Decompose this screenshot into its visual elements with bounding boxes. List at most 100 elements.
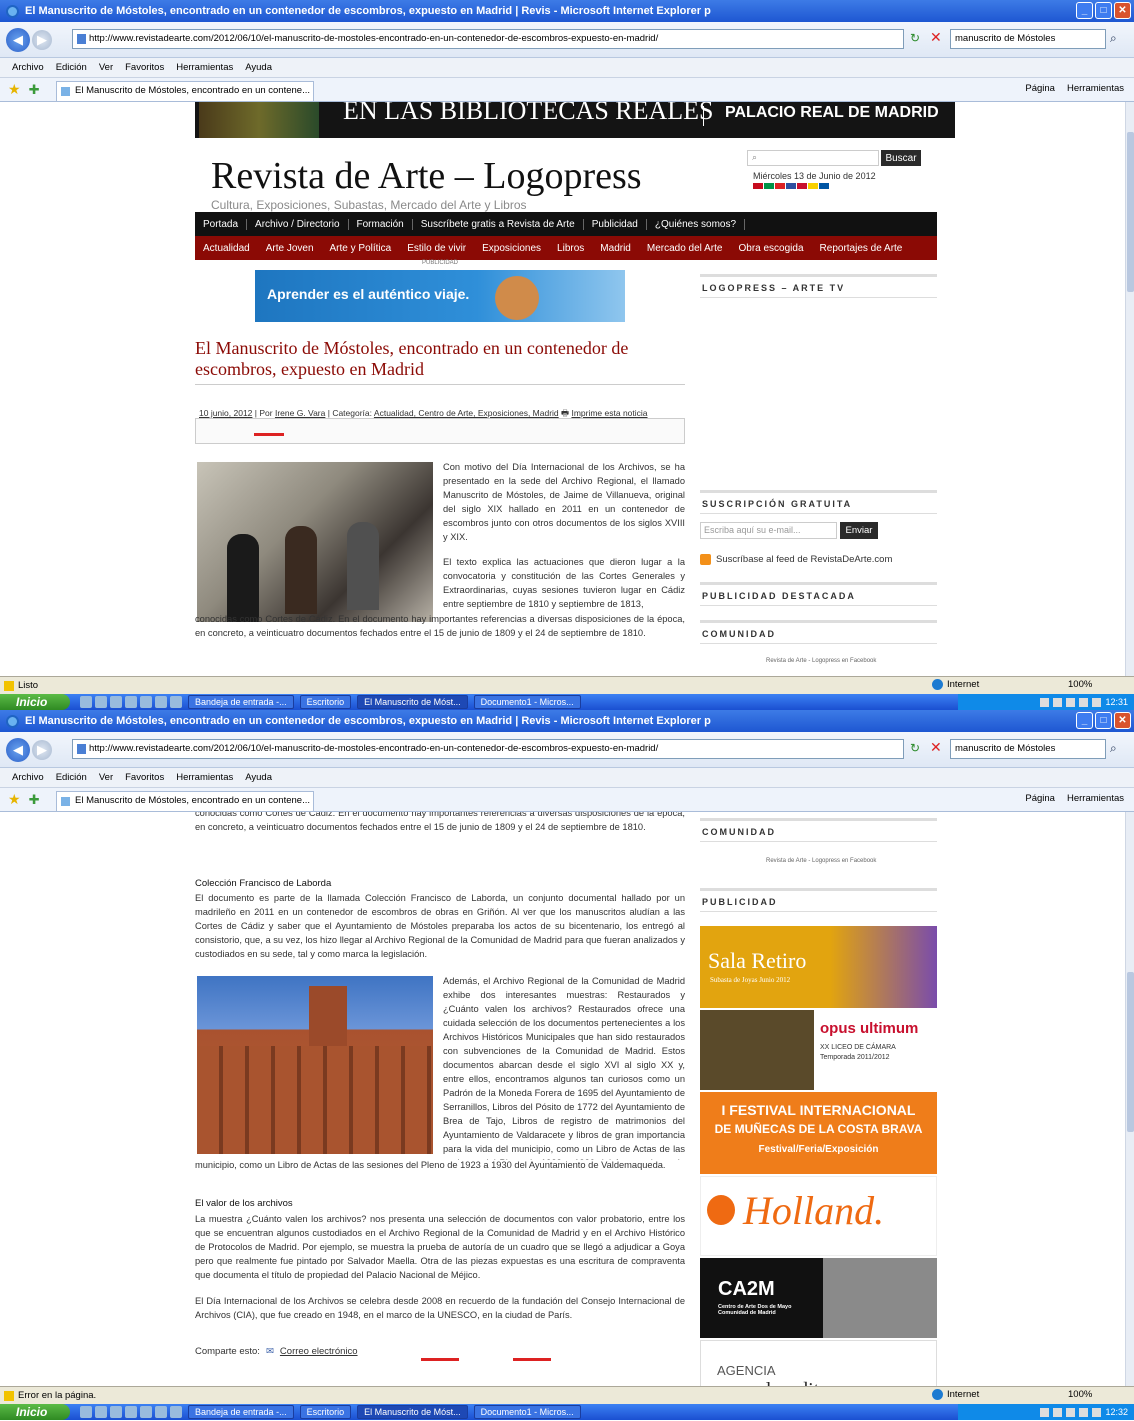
menu-favoritos[interactable]: Favoritos [125,772,164,783]
search-icon[interactable]: ⌕ [1110,31,1117,46]
start-button[interactable]: Inicio [0,694,70,710]
top-banner-ad[interactable]: EN LAS BIBLIOTECAS REALES PALACIO REAL D… [195,102,955,138]
back-button[interactable]: ◀ [6,737,30,762]
forward-button[interactable]: ▶ [32,739,52,760]
search-input[interactable]: manuscrito de Móstoles [950,29,1106,49]
menu-favoritos[interactable]: Favoritos [125,62,164,73]
nav-libros[interactable]: Libros [549,243,592,254]
menu-ver[interactable]: Ver [99,772,113,783]
ad-agencia-enlaceditor[interactable]: AGENCIA enlaceditor [700,1340,937,1386]
nav-arte-politica[interactable]: Arte y Política [322,243,400,254]
facebook-link[interactable]: Revista de Arte - Logopress en Facebook [766,858,876,864]
site-logo[interactable]: Revista de Arte – Logopress [211,154,642,198]
refresh-icon[interactable]: ↻ [910,31,920,45]
facebook-link[interactable]: Revista de Arte - Logopress en Facebook [766,658,876,664]
travel-ad[interactable]: PUBLICIDAD Aprender es el auténtico viaj… [255,260,625,322]
back-button[interactable]: ◀ [6,27,30,52]
menu-herramientas[interactable]: Herramientas [176,62,233,73]
task-inbox[interactable]: Bandeja de entrada -... [188,695,294,709]
site-search-input[interactable]: ⌕ [747,150,879,166]
close-button[interactable]: ✕ [1114,2,1131,19]
meta-date[interactable]: 10 junio, 2012 [199,408,252,418]
close-button[interactable]: ✕ [1114,712,1131,729]
warning-icon[interactable] [4,1390,14,1401]
browser-tab[interactable]: El Manuscrito de Móstoles, encontrado en… [56,791,314,811]
menu-edicion[interactable]: Edición [56,772,87,783]
task-desktop[interactable]: Escritorio [299,1405,352,1419]
zoom-level[interactable]: 100% [1068,1389,1092,1400]
maximize-button[interactable]: □ [1095,2,1112,19]
meta-categories[interactable]: Actualidad, Centro de Arte, Exposiciones… [374,408,559,418]
start-button[interactable]: Inicio [0,1404,70,1420]
menu-archivo[interactable]: Archivo [12,62,44,73]
nav-publicidad[interactable]: Publicidad [584,218,647,230]
nav-obra[interactable]: Obra escogida [730,243,811,254]
scroll-thumb[interactable] [1127,132,1134,292]
nav-actualidad[interactable]: Actualidad [195,243,258,254]
menu-ayuda[interactable]: Ayuda [245,772,272,783]
task-desktop[interactable]: Escritorio [299,695,352,709]
ad-ca2m[interactable]: CA2M Centro de Arte Dos de Mayo Comunida… [700,1258,937,1338]
globe-icon [932,679,943,690]
add-favorite-icon[interactable]: ✚ [29,82,40,98]
nav-arte-joven[interactable]: Arte Joven [258,243,322,254]
zoom-level[interactable]: 100% [1068,679,1092,690]
minimize-button[interactable]: _ [1076,712,1093,729]
nav-portada[interactable]: Portada [195,218,248,230]
stop-icon[interactable]: ✕ [930,739,942,756]
address-input[interactable]: http://www.revistadearte.com/2012/06/10/… [72,29,904,49]
meta-author[interactable]: Irene G. Vara [275,408,325,418]
subscribe-email-input[interactable]: Escriba aquí su e-mail... [700,522,837,539]
rss-feed-link[interactable]: Suscríbase al feed de RevistaDeArte.com [700,554,892,565]
address-input[interactable]: http://www.revistadearte.com/2012/06/10/… [72,739,904,759]
menu-ayuda[interactable]: Ayuda [245,62,272,73]
scroll-thumb[interactable] [1127,972,1134,1132]
nav-mercado[interactable]: Mercado del Arte [639,243,731,254]
vertical-scrollbar[interactable] [1125,102,1134,676]
status-text[interactable]: Error en la página. [18,1390,96,1401]
menu-archivo[interactable]: Archivo [12,772,44,783]
share-email-link[interactable]: Correo electrónico [280,1346,358,1357]
nav-suscribete[interactable]: Suscríbete gratis a Revista de Arte [413,218,584,230]
favorites-star-icon[interactable]: ★ [8,791,21,808]
ad-sala-retiro[interactable]: Sala Retiro Subasta de Joyas Junio 2012 [700,926,937,1008]
site-search-button[interactable]: Buscar [881,150,921,166]
print-icon[interactable]: 🖶 [561,408,569,418]
ad-holland[interactable]: Holland. [700,1176,937,1256]
task-browser[interactable]: El Manuscrito de Móst... [357,1405,468,1419]
nav-estilo[interactable]: Estilo de vivir [399,243,474,254]
print-link[interactable]: Imprime esta noticia [571,408,647,418]
ad-opus-ultimum[interactable]: opus ultimum XX LICEO DE CÁMARA Temporad… [700,1010,937,1090]
task-browser[interactable]: El Manuscrito de Móst... [357,695,468,709]
maximize-button[interactable]: □ [1095,712,1112,729]
menu-ver[interactable]: Ver [99,62,113,73]
page-menu[interactable]: Página [1025,793,1055,804]
vertical-scrollbar[interactable] [1125,812,1134,1386]
add-favorite-icon[interactable]: ✚ [29,792,40,808]
favorites-star-icon[interactable]: ★ [8,81,21,98]
task-word[interactable]: Documento1 - Micros... [473,1405,581,1419]
subscribe-send-button[interactable]: Enviar [840,522,878,539]
tools-menu[interactable]: Herramientas [1067,83,1124,94]
task-word[interactable]: Documento1 - Micros... [473,695,581,709]
menu-edicion[interactable]: Edición [56,62,87,73]
refresh-icon[interactable]: ↻ [910,741,920,755]
task-inbox[interactable]: Bandeja de entrada -... [188,1405,294,1419]
language-flags[interactable] [753,183,829,189]
tools-menu[interactable]: Herramientas [1067,793,1124,804]
nav-reportajes[interactable]: Reportajes de Arte [812,243,911,254]
page-menu[interactable]: Página [1025,83,1055,94]
nav-madrid[interactable]: Madrid [592,243,639,254]
ad-festival-munecas[interactable]: I FESTIVAL INTERNACIONAL DE MUÑECAS DE L… [700,1092,937,1174]
nav-exposiciones[interactable]: Exposiciones [474,243,549,254]
nav-archivo[interactable]: Archivo / Directorio [247,218,349,230]
nav-formacion[interactable]: Formación [349,218,413,230]
search-input[interactable]: manuscrito de Móstoles [950,739,1106,759]
nav-quienes[interactable]: ¿Quiénes somos? [647,218,746,230]
search-icon[interactable]: ⌕ [1110,741,1117,756]
stop-icon[interactable]: ✕ [930,29,942,46]
forward-button[interactable]: ▶ [32,29,52,50]
browser-tab[interactable]: El Manuscrito de Móstoles, encontrado en… [56,81,314,101]
menu-herramientas[interactable]: Herramientas [176,772,233,783]
minimize-button[interactable]: _ [1076,2,1093,19]
